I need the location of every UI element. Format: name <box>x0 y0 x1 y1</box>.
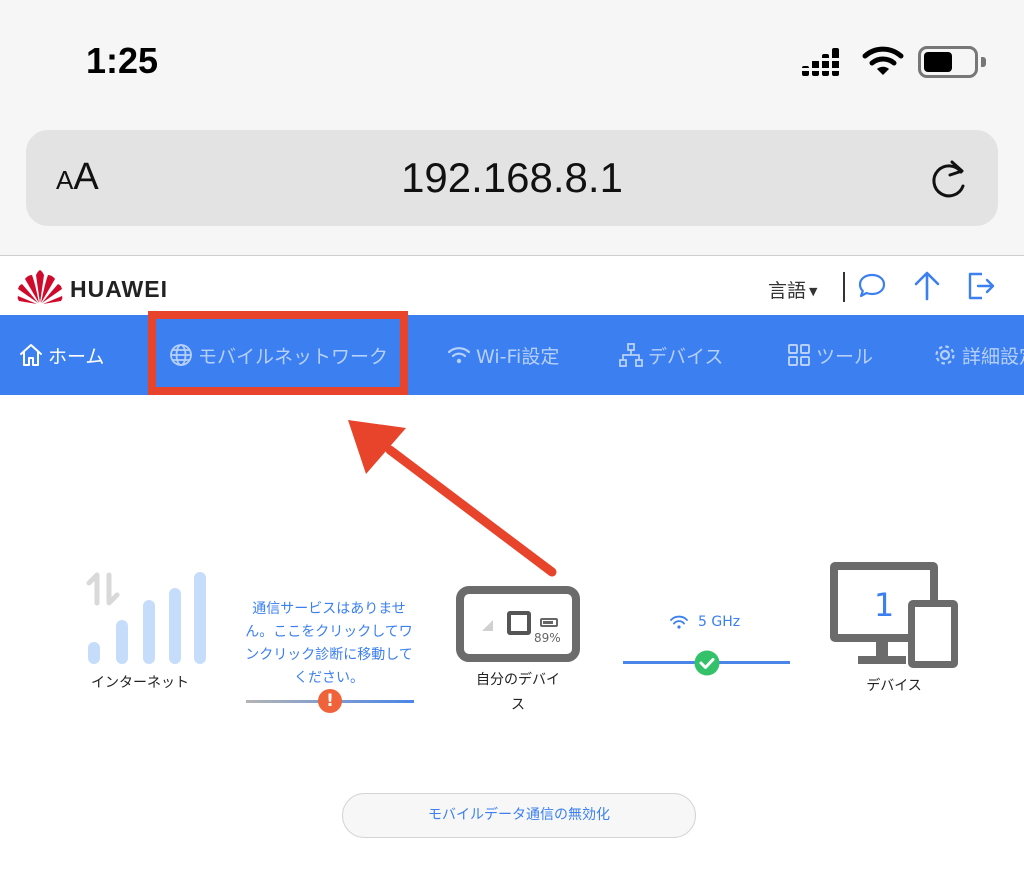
network-topology-icon <box>619 343 643 367</box>
highlight-box <box>148 311 408 395</box>
huawei-logo <box>17 270 63 304</box>
check-icon <box>694 650 720 676</box>
status-time: 1:25 <box>86 40 159 81</box>
nav-tools[interactable]: ツール <box>786 315 873 395</box>
nav-devices[interactable]: デバイス <box>618 315 723 395</box>
nav-home[interactable]: ホーム <box>18 315 104 395</box>
home-icon <box>20 344 42 366</box>
gear-icon <box>935 345 955 365</box>
language-select[interactable]: 言語 ▼ <box>768 276 817 303</box>
wifi-icon <box>862 46 904 75</box>
url-text[interactable]: 192.168.8.1 <box>26 154 998 202</box>
upload-icon[interactable] <box>912 269 942 301</box>
battery-mini-icon <box>540 618 558 627</box>
devices-label: デバイス <box>866 678 922 694</box>
battery-icon <box>918 46 988 78</box>
status-bar: 1:25 <box>0 0 1024 110</box>
router-header: HUAWEI 言語 ▼ <box>0 257 1024 315</box>
devices-icon[interactable]: 1 <box>830 562 960 668</box>
wifi-small-icon <box>670 615 688 629</box>
reload-icon[interactable] <box>926 156 972 202</box>
browser-chrome: AA 192.168.8.1 <box>0 110 1024 256</box>
brand-name: HUAWEI <box>70 276 168 302</box>
internet-label: インターネット <box>91 675 189 691</box>
nav-wifi-settings[interactable]: Wi-Fi設定 <box>446 315 559 395</box>
cellular-signal-icon <box>802 48 848 76</box>
logout-icon[interactable] <box>966 271 996 301</box>
annotation-arrow <box>348 420 557 577</box>
data-transfer-icon <box>86 572 120 606</box>
caret-down-icon: ▼ <box>809 285 818 298</box>
my-device-label: 自分のデバイス <box>476 672 560 713</box>
diagnosis-link[interactable]: 通信サービスはありません。ここをクリックしてワンクリック診断に移動してください。 <box>240 598 418 690</box>
battery-percent: 89% <box>534 631 561 645</box>
wifi-band: 5 GHz <box>670 614 740 630</box>
wifi-icon <box>447 347 471 364</box>
nav-advanced-settings[interactable]: 詳細設定 <box>932 315 1024 395</box>
internet-signal-icon <box>86 572 206 666</box>
warning-icon[interactable]: ! <box>318 689 342 713</box>
disable-mobile-data-button[interactable]: モバイルデータ通信の無効化 <box>342 793 696 838</box>
router-device-icon: 89% <box>456 586 580 662</box>
signal-mini-icon <box>482 620 493 631</box>
chat-icon[interactable] <box>858 272 886 300</box>
address-bar[interactable]: AA 192.168.8.1 <box>26 130 998 226</box>
header-divider <box>843 272 845 302</box>
tools-grid-icon <box>788 344 810 366</box>
